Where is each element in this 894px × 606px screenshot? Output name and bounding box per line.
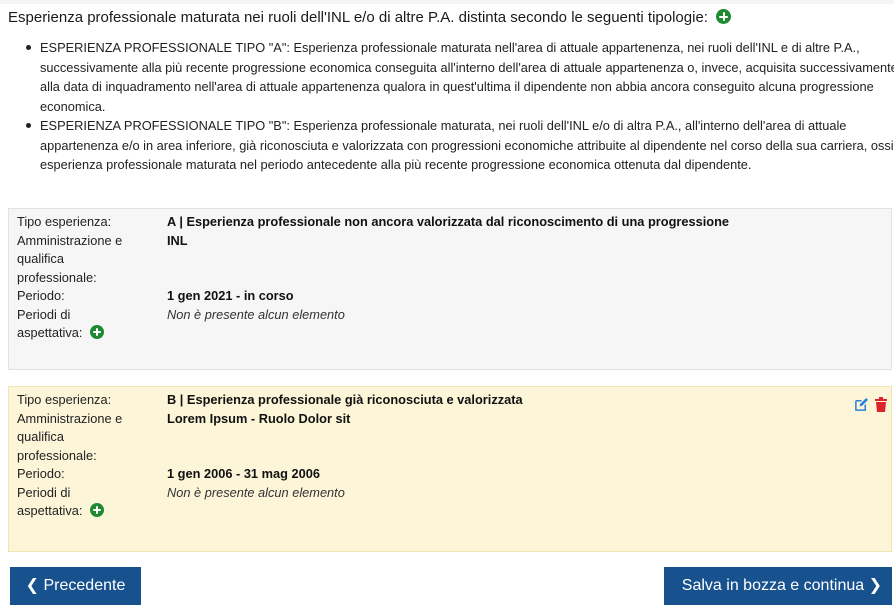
- previous-button-label: Precedente: [43, 577, 126, 594]
- experience-card-a: Tipo esperienza: A | Esperienza professi…: [8, 208, 892, 370]
- aspettativa-label: Periodi di aspettativa:: [17, 306, 167, 343]
- type-a-description: ESPERIENZA PROFESSIONALE TIPO "A": Esper…: [26, 38, 894, 116]
- amministrazione-label-line1: Amministrazione e: [17, 410, 123, 426]
- tipo-value: A | Esperienza professionale non ancora …: [167, 214, 730, 229]
- aspettativa-label-line1: Periodi di: [17, 484, 71, 500]
- tipo-label: Tipo esperienza:: [17, 214, 112, 229]
- add-aspettativa-icon[interactable]: [90, 325, 105, 339]
- amministrazione-label: Amministrazione e qualifica professional…: [17, 410, 167, 466]
- top-strip: [0, 0, 894, 4]
- periodo-value: 1 gen 2006 - 31 mag 2006: [167, 466, 320, 481]
- intro-text: Esperienza professionale maturata nei ru…: [8, 9, 708, 26]
- edit-icon[interactable]: [854, 397, 869, 418]
- periodo-value: 1 gen 2021 - in corso: [167, 288, 294, 303]
- amministrazione-label: Amministrazione e qualifica professional…: [17, 232, 167, 288]
- section-intro: Esperienza professionale maturata nei ru…: [8, 8, 888, 28]
- amministrazione-label-line3: professionale:: [17, 447, 97, 463]
- amministrazione-label-line2: qualifica: [17, 251, 64, 266]
- experience-types-list: ESPERIENZA PROFESSIONALE TIPO "A": Esper…: [14, 38, 894, 175]
- save-draft-continue-label: Salva in bozza e continua: [681, 577, 865, 594]
- periodo-label: Periodo:: [17, 466, 65, 481]
- periodo-label: Periodo:: [17, 288, 65, 303]
- trash-icon[interactable]: [875, 397, 887, 418]
- amministrazione-label-line2: qualifica: [17, 429, 64, 444]
- previous-button[interactable]: ❮ Precedente: [10, 567, 141, 605]
- aspettativa-value: Non è presente alcun elemento: [167, 484, 345, 500]
- add-aspettativa-icon[interactable]: [90, 503, 105, 517]
- amministrazione-value: INL: [167, 232, 188, 248]
- experience-card-b: Tipo esperienza: B | Esperienza professi…: [8, 386, 892, 552]
- amministrazione-label-line1: Amministrazione e: [17, 232, 123, 248]
- card-actions: [854, 397, 887, 418]
- tipo-label: Tipo esperienza:: [17, 392, 112, 407]
- aspettativa-label-line1: Periodi di: [17, 306, 71, 322]
- tipo-value: B | Esperienza professionale già riconos…: [167, 392, 523, 407]
- save-draft-continue-button[interactable]: Salva in bozza e continua ❯: [664, 567, 892, 605]
- amministrazione-label-line3: professionale:: [17, 269, 97, 285]
- chevron-right-icon: ❯: [868, 577, 882, 594]
- aspettativa-label-line2: aspettativa:: [17, 503, 83, 518]
- amministrazione-value: Lorem Ipsum - Ruolo Dolor sit: [167, 410, 351, 426]
- aspettativa-label: Periodi di aspettativa:: [17, 484, 167, 521]
- aspettativa-label-line2: aspettativa:: [17, 325, 83, 340]
- add-experience-icon[interactable]: [716, 9, 732, 24]
- aspettativa-value: Non è presente alcun elemento: [167, 306, 345, 322]
- chevron-left-icon: ❮: [25, 577, 40, 594]
- type-b-description: ESPERIENZA PROFESSIONALE TIPO "B": Esper…: [26, 116, 894, 175]
